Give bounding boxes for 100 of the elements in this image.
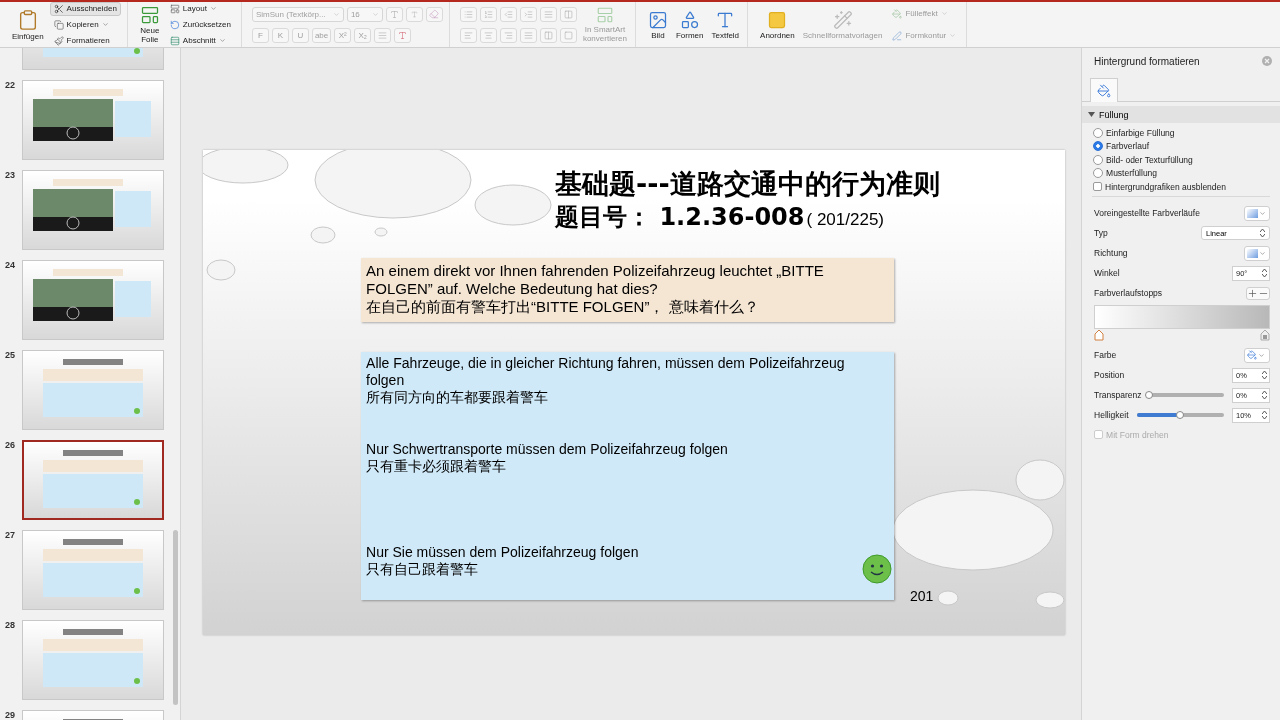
align-button[interactable] [539, 27, 557, 43]
preset-gradient-button[interactable] [1244, 205, 1270, 221]
arrange-button[interactable]: Anordnen [758, 7, 797, 42]
stepper-icon[interactable] [1262, 410, 1267, 420]
paragraph-button[interactable] [519, 6, 537, 22]
align-button[interactable] [559, 27, 577, 43]
page-number: 201 [910, 588, 934, 604]
close-icon[interactable] [1262, 56, 1272, 66]
gradient-stop-handle[interactable] [1260, 329, 1270, 341]
bucket-icon [892, 8, 903, 19]
paragraph-button[interactable] [559, 6, 577, 22]
fill-option[interactable]: Einfarbige Füllung [1093, 127, 1270, 138]
hide-graphics-option[interactable]: Hintergrundgrafiken ausblenden [1093, 181, 1270, 192]
radio-button[interactable] [1093, 168, 1104, 178]
paragraph-icon [563, 9, 573, 19]
insert-icon [647, 9, 668, 30]
bucket-icon [1097, 83, 1112, 98]
fill-section-header[interactable]: Füllung [1082, 106, 1280, 123]
stepper-icon[interactable] [1262, 370, 1267, 380]
font-color-icon [398, 30, 408, 40]
slider-thumb[interactable] [1176, 411, 1185, 419]
spacing-button[interactable] [374, 27, 392, 43]
clear-format-button[interactable] [425, 6, 443, 22]
radio-button[interactable] [1093, 127, 1104, 138]
fill-tab[interactable] [1090, 78, 1119, 102]
align-button[interactable] [519, 27, 537, 43]
eraser-icon [429, 9, 440, 19]
paragraph-button[interactable] [539, 6, 557, 22]
caret-icon [1259, 249, 1266, 257]
font-color-button[interactable] [394, 27, 412, 43]
section-button[interactable]: Abschnitt [165, 33, 235, 48]
insert-button[interactable]: Textfeld [709, 7, 742, 42]
copy-button[interactable]: Kopieren [49, 17, 121, 32]
paragraph-button[interactable] [479, 6, 497, 22]
slider-thumb[interactable] [1145, 391, 1154, 399]
field-label: Transparenz [1094, 390, 1142, 400]
radio-button[interactable] [1093, 141, 1104, 151]
checkbox[interactable] [1093, 182, 1103, 191]
slide-number: 26 [5, 440, 16, 452]
slide-icon [139, 5, 160, 25]
slide-number: 24 [5, 260, 16, 272]
pen-icon [892, 30, 903, 41]
slide-number: 29 [5, 710, 16, 720]
paragraph-icon [523, 9, 533, 19]
slide-thumbnail[interactable] [22, 440, 164, 520]
field-label: Farbe [1094, 350, 1117, 360]
fill-option[interactable]: Bild- oder Texturfüllung [1093, 154, 1270, 165]
caret-icon [1259, 209, 1266, 217]
slider-track[interactable] [1136, 413, 1224, 417]
align-icon [463, 30, 473, 40]
stepper-icon[interactable] [1260, 228, 1265, 238]
section-icon [169, 35, 180, 46]
align-button[interactable] [499, 27, 517, 43]
paste-button[interactable]: Einfügen [10, 6, 46, 43]
question-number: 题目号： 1.2.36-008 [555, 202, 805, 233]
stepper-icon[interactable] [1262, 268, 1267, 278]
grow-font-button[interactable] [385, 6, 403, 22]
caret-icon [218, 37, 226, 44]
radio-button[interactable] [1093, 154, 1104, 165]
color-button[interactable] [1244, 347, 1270, 363]
answer-translation: 只有重卡必须跟着警车 [366, 458, 508, 475]
layout-button[interactable]: Layout [165, 1, 235, 16]
stepper-icon[interactable] [1262, 390, 1267, 400]
scrollbar[interactable] [173, 530, 179, 705]
paragraph-icon [503, 9, 513, 19]
slide-number: 25 [5, 350, 16, 362]
smartart-icon [595, 6, 614, 24]
align-button[interactable] [459, 27, 477, 43]
triangle-icon [1088, 111, 1096, 118]
shrink-font-button[interactable] [405, 6, 423, 22]
paragraph-button[interactable] [499, 6, 517, 22]
add-icon [1247, 287, 1258, 299]
paragraph-button[interactable] [459, 6, 477, 22]
reset-button[interactable]: Zurücksetzen [165, 17, 235, 32]
question-text: An einem direkt vor Ihnen fahrenden Polizeifahrzeug leuchtet „BITTE FOLGEN” auf. Welche Bedeutung hat dies? [366, 262, 825, 298]
slide-title: 基础题---道路交通中的行为准则 [555, 168, 940, 200]
gradient-stop-handle[interactable] [1094, 329, 1105, 341]
format-painter-button[interactable]: Formatieren [49, 33, 121, 48]
field-label: Richtung [1094, 248, 1128, 258]
paragraph-icon [543, 9, 553, 19]
caret-icon [371, 10, 379, 18]
paragraph-icon [463, 9, 473, 19]
new-slide-button[interactable]: Neue Folie [137, 3, 162, 46]
cut-button[interactable]: Ausschneiden [49, 1, 121, 16]
align-icon [563, 30, 573, 40]
spacing-icon [378, 30, 388, 40]
insert-button[interactable]: Formen [673, 7, 706, 42]
slide-number: 28 [5, 620, 16, 632]
fill-option[interactable]: Farbverlauf [1093, 140, 1270, 152]
direction-button[interactable] [1244, 245, 1270, 261]
insert-button[interactable]: Bild [645, 7, 670, 42]
scissors-icon [53, 3, 64, 14]
align-button[interactable] [479, 27, 497, 43]
field-label: Voreingestellte Farbverläufe [1094, 208, 1200, 218]
field-label: Position [1094, 370, 1125, 380]
align-icon [483, 30, 493, 40]
caret-icon [332, 10, 340, 18]
caret-icon [940, 10, 948, 17]
fill-option[interactable]: Musterfüllung [1093, 167, 1270, 179]
answer-text: Nur Sie müssen dem Polizeifahrzeug folgen [366, 544, 639, 561]
